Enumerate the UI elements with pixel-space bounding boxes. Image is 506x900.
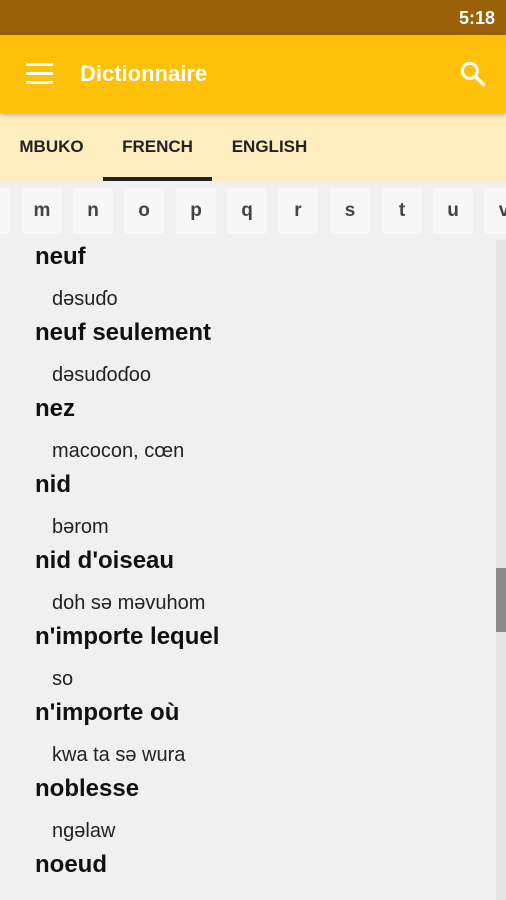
letter-button-o[interactable]: o (124, 188, 164, 234)
list-item[interactable]: nid d'oiseau doh sə məvuhom (0, 544, 496, 620)
list-item[interactable]: nez macocon, cœn (0, 392, 496, 468)
entry-translation: dəsuɗo (52, 288, 118, 310)
entry-headword: n'importe lequel (35, 623, 220, 650)
dictionary-list: neuf dəsuɗo neuf seulement dəsuɗoɗoo nez… (0, 240, 506, 900)
entry-translation: kwa ta sə wura (52, 744, 186, 766)
entry-headword: neuf seulement (35, 319, 212, 346)
list-item[interactable]: nid bərom (0, 468, 496, 544)
entry-headword: nez (35, 395, 76, 422)
list-item[interactable]: neuf seulement dəsuɗoɗoo (0, 316, 496, 392)
letter-button-r[interactable]: r (278, 188, 318, 234)
entry-translation: macocon, cœn (52, 440, 185, 462)
tab-label: MBUKO (19, 137, 84, 156)
list-item[interactable]: neuf dəsuɗo (0, 240, 496, 316)
entry-translation: bərom (52, 516, 109, 538)
entry-headword: nid (35, 471, 71, 498)
app-bar: Dictionnaire (0, 35, 506, 113)
list-item[interactable]: n'importe lequel so (0, 620, 496, 696)
letter-button-v[interactable]: v (484, 188, 506, 234)
letter-button-p[interactable]: p (176, 188, 216, 234)
list-item[interactable]: noblesse ngəlaw (0, 772, 496, 848)
entry-translation: so (52, 668, 74, 690)
scrollbar-thumb[interactable] (496, 567, 506, 632)
tab-label: FRENCH (122, 137, 193, 156)
list-item[interactable]: n'importe où kwa ta sə wura (0, 696, 496, 772)
entry-headword: noblesse (35, 775, 140, 802)
tab-french[interactable]: FRENCH (103, 113, 212, 181)
entry-headword: noeud (35, 851, 107, 878)
search-icon[interactable] (458, 59, 488, 89)
letter-button-l[interactable]: l (0, 188, 10, 234)
entry-translation: ngəlaw (52, 820, 116, 842)
tab-label: ENGLISH (231, 137, 308, 156)
letter-button-m[interactable]: m (22, 188, 62, 234)
tab-english[interactable]: ENGLISH (212, 113, 327, 181)
entry-headword: n'importe où (35, 699, 180, 726)
letter-button-s[interactable]: s (330, 188, 370, 234)
list-item[interactable]: noeud (0, 848, 496, 900)
letter-button-t[interactable]: t (382, 188, 422, 234)
menu-icon[interactable] (26, 63, 54, 85)
app-title: Dictionnaire (80, 61, 208, 86)
letter-button-q[interactable]: q (227, 188, 267, 234)
entry-translation: dəsuɗoɗoo (52, 364, 151, 386)
letter-button-n[interactable]: n (73, 188, 113, 234)
tab-mbuko[interactable]: MBUKO (0, 113, 103, 181)
entry-headword: nid d'oiseau (35, 547, 175, 574)
letter-button-u[interactable]: u (433, 188, 473, 234)
entry-translation: doh sə məvuhom (52, 592, 206, 614)
status-time: 5:18 (458, 8, 495, 28)
entry-headword: neuf (35, 243, 86, 270)
status-bar: 5:18 (0, 0, 506, 35)
alphabet-bar: l m n o p q r s t u v (0, 181, 506, 240)
language-tabs: MBUKO FRENCH ENGLISH (0, 113, 506, 181)
